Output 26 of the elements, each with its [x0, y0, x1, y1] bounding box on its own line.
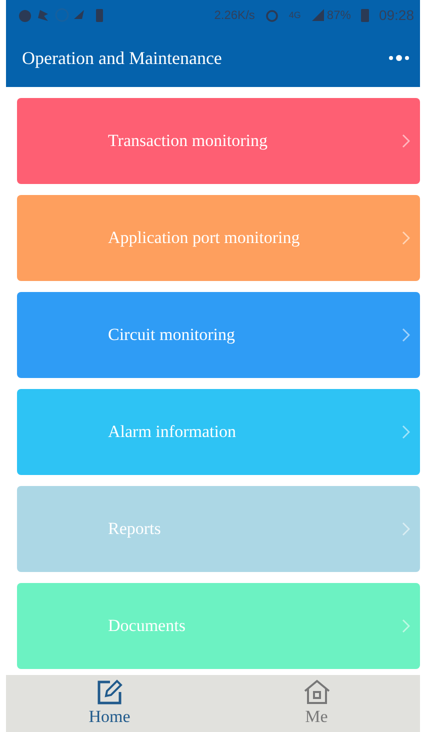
chevron-right-icon [402, 618, 410, 633]
network-speed: 2.26K/s [214, 8, 255, 22]
nav-tab[interactable]: Home [6, 674, 213, 732]
home-icon [302, 679, 330, 706]
chevron-right-icon [402, 328, 410, 342]
menu-card[interactable]: Reports [17, 486, 420, 572]
battery-icon [360, 8, 369, 22]
alarm-icon [264, 8, 279, 22]
menu-card[interactable]: Circuit monitoring [17, 292, 420, 378]
chevron-right-icon [402, 134, 410, 148]
clock-time: 09:28 [378, 6, 414, 23]
page-title: Operation and Maintenance [22, 48, 222, 69]
nav-tab[interactable]: Me [213, 674, 420, 732]
menu-card[interactable]: Transaction monitoring [17, 98, 420, 184]
chevron-right-icon [402, 230, 410, 245]
more-icon[interactable] [388, 54, 410, 62]
network-type: 4G [288, 10, 301, 20]
signal-icon [310, 8, 325, 22]
edit-icon [96, 679, 124, 706]
battery-percent: 87% [326, 8, 351, 22]
chevron-right-icon [402, 522, 410, 536]
chevron-right-icon [402, 424, 410, 439]
menu-card[interactable]: Application port monitoring [17, 194, 420, 281]
menu-card[interactable]: Alarm information [17, 388, 420, 475]
tab-label: Home [88, 707, 130, 728]
tab-label: Me [305, 707, 328, 728]
